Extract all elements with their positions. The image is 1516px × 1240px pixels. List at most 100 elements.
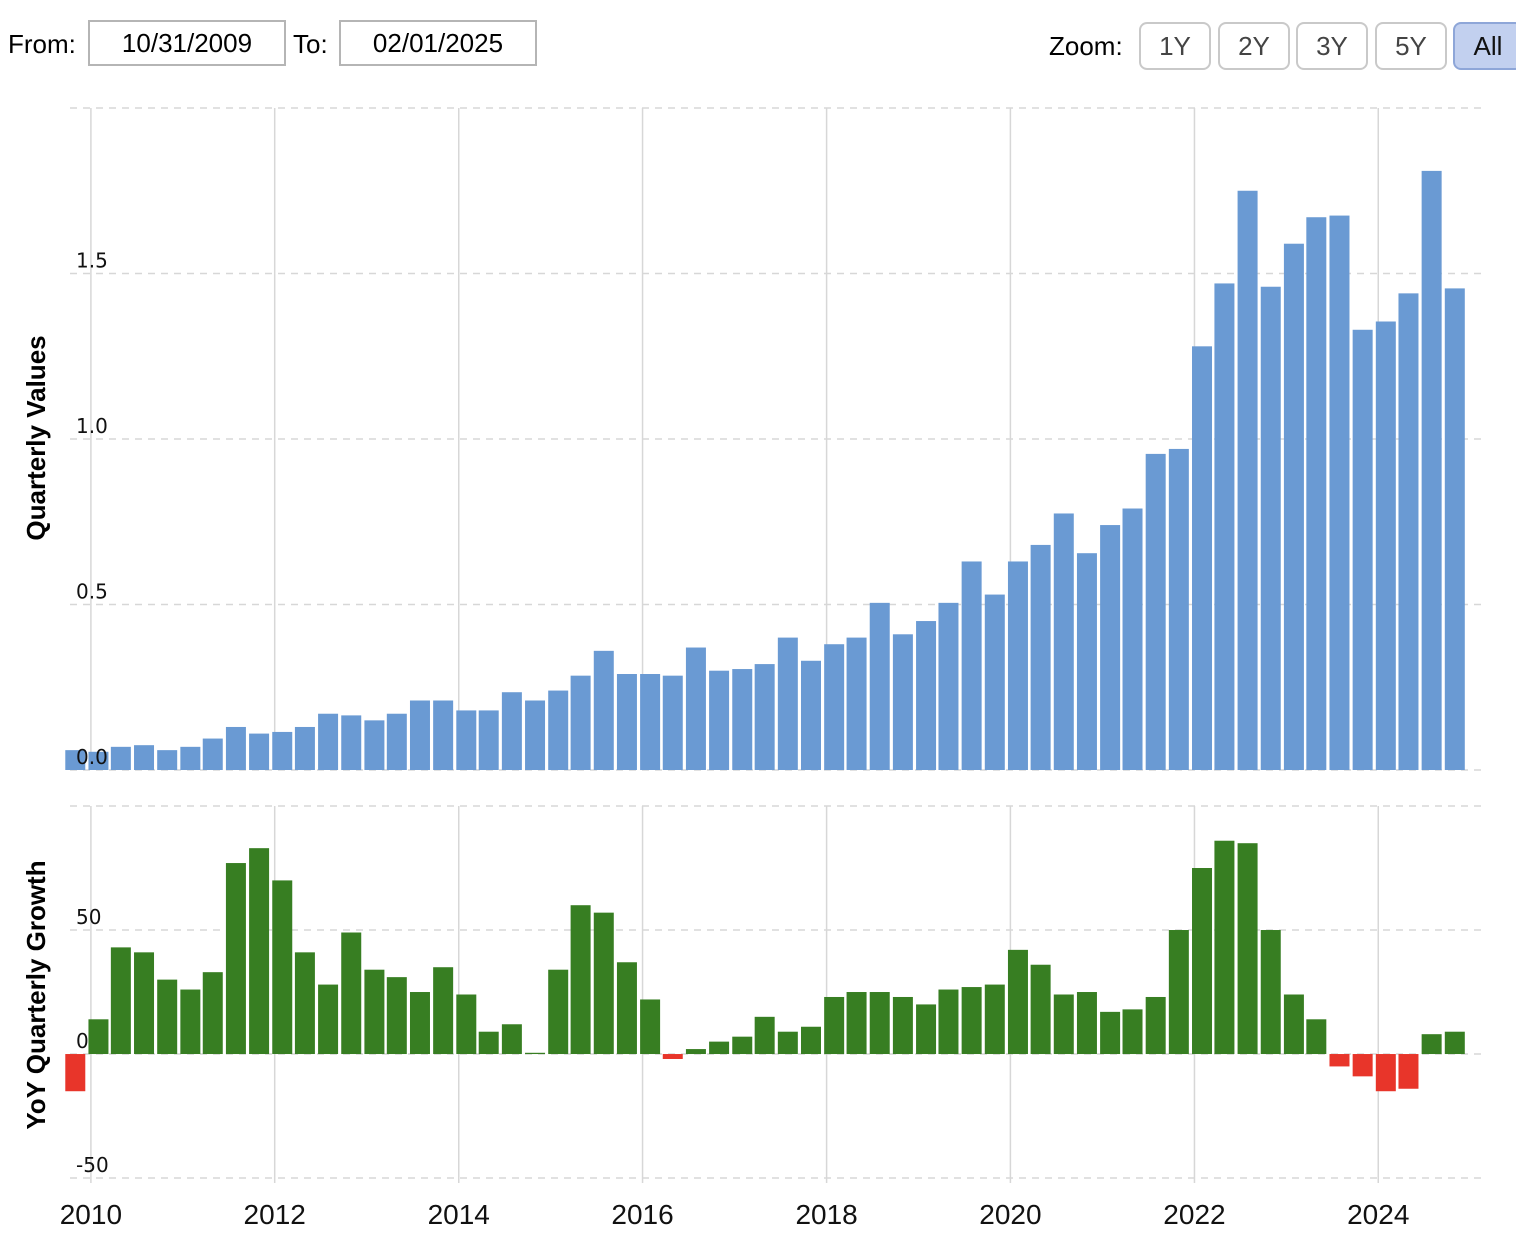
value-bar[interactable]	[501, 692, 522, 770]
growth-bar-positive[interactable]	[754, 1016, 775, 1055]
growth-bar-positive[interactable]	[386, 977, 407, 1055]
growth-bar-positive[interactable]	[938, 989, 959, 1055]
growth-bar-positive[interactable]	[1283, 994, 1304, 1055]
growth-bar-positive[interactable]	[984, 984, 1005, 1055]
growth-bar-positive[interactable]	[202, 972, 223, 1055]
growth-bar-positive[interactable]	[593, 912, 614, 1055]
growth-bar-positive[interactable]	[1306, 1019, 1327, 1055]
value-bar[interactable]	[1329, 215, 1350, 770]
growth-bar-positive[interactable]	[548, 969, 569, 1055]
growth-bar-positive[interactable]	[616, 962, 637, 1055]
value-bar[interactable]	[1030, 544, 1051, 770]
value-bar[interactable]	[1306, 217, 1327, 771]
value-bar[interactable]	[916, 621, 937, 770]
growth-bar-positive[interactable]	[364, 969, 385, 1055]
growth-bar-positive[interactable]	[433, 967, 454, 1055]
value-bar[interactable]	[892, 634, 913, 770]
value-bar[interactable]	[1214, 283, 1235, 770]
growth-bar-positive[interactable]	[640, 999, 661, 1055]
growth-bar-positive[interactable]	[88, 1019, 109, 1055]
value-bar[interactable]	[548, 690, 569, 770]
growth-bar-positive[interactable]	[1192, 868, 1213, 1055]
growth-bar-positive[interactable]	[916, 1004, 937, 1055]
growth-bar-positive[interactable]	[846, 992, 867, 1055]
growth-bar-positive[interactable]	[1168, 930, 1189, 1055]
value-bar[interactable]	[777, 637, 798, 770]
value-bar[interactable]	[984, 594, 1005, 770]
value-bar[interactable]	[1260, 286, 1281, 770]
growth-bar-negative[interactable]	[1352, 1054, 1373, 1077]
growth-bar-positive[interactable]	[157, 979, 178, 1055]
growth-bar-positive[interactable]	[869, 992, 890, 1055]
value-bar[interactable]	[1444, 288, 1465, 770]
growth-bar-positive[interactable]	[341, 932, 362, 1055]
growth-bar-positive[interactable]	[1260, 930, 1281, 1055]
growth-bar-positive[interactable]	[478, 1031, 499, 1055]
growth-bar-negative[interactable]	[1329, 1054, 1350, 1067]
value-bar[interactable]	[202, 738, 223, 770]
growth-bar-positive[interactable]	[777, 1031, 798, 1055]
value-bar[interactable]	[1352, 329, 1373, 770]
growth-bar-positive[interactable]	[456, 994, 477, 1055]
value-bar[interactable]	[754, 664, 775, 770]
value-bar[interactable]	[1100, 525, 1121, 770]
value-bar[interactable]	[824, 644, 845, 770]
value-bar[interactable]	[593, 650, 614, 770]
growth-bar-positive[interactable]	[1100, 1011, 1121, 1055]
growth-bar-positive[interactable]	[800, 1026, 821, 1055]
value-bar[interactable]	[294, 726, 315, 770]
growth-bar-negative[interactable]	[1375, 1054, 1396, 1092]
value-bar[interactable]	[386, 713, 407, 770]
growth-bar-negative[interactable]	[662, 1054, 683, 1059]
growth-bar-positive[interactable]	[1145, 996, 1166, 1055]
value-bar[interactable]	[846, 637, 867, 770]
value-bar[interactable]	[249, 733, 270, 770]
growth-bar-positive[interactable]	[685, 1049, 706, 1055]
value-bar[interactable]	[662, 675, 683, 770]
value-bar[interactable]	[640, 674, 661, 770]
growth-bar-positive[interactable]	[294, 952, 315, 1055]
value-bar[interactable]	[869, 602, 890, 770]
value-bar[interactable]	[272, 731, 293, 770]
growth-bar-positive[interactable]	[1076, 992, 1097, 1055]
growth-bar-positive[interactable]	[1122, 1009, 1143, 1055]
value-bar[interactable]	[800, 660, 821, 770]
growth-bar-positive[interactable]	[110, 947, 131, 1055]
growth-bar-positive[interactable]	[892, 996, 913, 1055]
growth-bar-positive[interactable]	[318, 984, 339, 1055]
value-bar[interactable]	[1192, 346, 1213, 770]
growth-bar-positive[interactable]	[272, 880, 293, 1055]
value-bar[interactable]	[409, 700, 430, 770]
value-bar[interactable]	[134, 745, 155, 770]
growth-bar-positive[interactable]	[961, 987, 982, 1055]
growth-bar-positive[interactable]	[525, 1052, 546, 1055]
value-bar[interactable]	[961, 561, 982, 770]
growth-bar-positive[interactable]	[1030, 964, 1051, 1055]
value-bar[interactable]	[1283, 243, 1304, 770]
value-bar[interactable]	[1076, 553, 1097, 770]
value-bar[interactable]	[364, 720, 385, 770]
value-bar[interactable]	[1168, 448, 1189, 770]
value-bar[interactable]	[433, 700, 454, 770]
growth-bar-positive[interactable]	[180, 989, 201, 1055]
value-bar[interactable]	[318, 713, 339, 770]
value-bar[interactable]	[1053, 513, 1074, 770]
value-bar[interactable]	[1237, 190, 1258, 770]
growth-bar-positive[interactable]	[1444, 1031, 1465, 1055]
value-bar[interactable]	[1398, 293, 1419, 770]
value-bar[interactable]	[616, 674, 637, 770]
growth-bar-positive[interactable]	[501, 1024, 522, 1055]
value-bar[interactable]	[570, 675, 591, 770]
value-bar[interactable]	[225, 726, 246, 770]
value-bar[interactable]	[709, 670, 730, 770]
growth-bar-positive[interactable]	[1007, 949, 1028, 1055]
growth-bar-positive[interactable]	[409, 992, 430, 1055]
value-bar[interactable]	[1421, 170, 1442, 770]
growth-bar-positive[interactable]	[1053, 994, 1074, 1055]
value-bar[interactable]	[478, 710, 499, 770]
growth-bar-positive[interactable]	[1237, 843, 1258, 1055]
growth-bar-positive[interactable]	[570, 905, 591, 1055]
growth-bar-positive[interactable]	[134, 952, 155, 1055]
growth-bar-negative[interactable]	[1398, 1054, 1419, 1089]
growth-bar-positive[interactable]	[225, 863, 246, 1055]
